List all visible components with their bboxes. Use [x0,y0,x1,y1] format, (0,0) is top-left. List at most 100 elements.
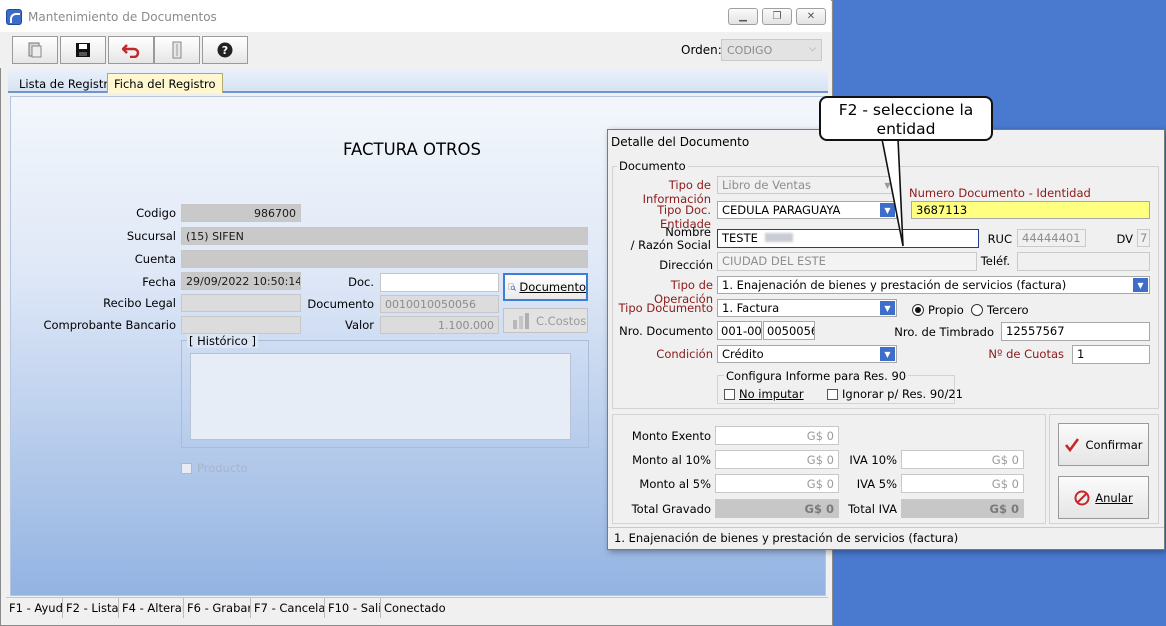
app-icon [6,9,22,25]
form-heading: FACTURA OTROS [343,140,481,159]
tipo-operacion-value: 1. Enajenación de bienes y prestación de… [722,278,1067,292]
anular-button[interactable]: Anular [1058,476,1149,519]
tipo-documento-value: 1. Factura [722,301,780,315]
telef-label: Teléf. [980,254,1010,268]
total-gravado-label: Total Gravado [631,502,711,516]
nro-documento-numero-field[interactable]: 0050056 [763,321,815,340]
numero-documento-field[interactable]: 3687113 [911,201,1150,219]
status-f2: F2 - Lista [63,598,119,618]
status-f7: F7 - Cancelar [251,598,325,618]
ccostos-button[interactable]: C.Costos [503,308,588,333]
documento-button-label: Documento [519,280,586,294]
total-iva-label: Total IVA [848,502,897,516]
no-imputar-label: No imputar [739,387,804,401]
tipo-operacion-select[interactable]: 1. Enajenación de bienes y prestación de… [717,276,1150,294]
documento-field[interactable]: 0010010050056 [380,295,499,313]
propio-label: Propio [928,303,964,317]
checkmark-icon [1065,437,1080,452]
recibo-legal-field[interactable] [181,294,301,312]
help-icon: ? [217,42,233,58]
total-iva-field: G$ 0 [901,499,1024,518]
maximize-button[interactable]: ❐ [762,8,792,25]
comprobante-bancario-field[interactable] [181,316,301,334]
new-document-icon [28,42,42,58]
cuenta-field[interactable] [181,250,588,268]
confirmar-button[interactable]: Confirmar [1058,423,1149,466]
nro-documento-label: Nro. Documento [619,324,713,338]
toolbar-undo-button[interactable] [108,36,154,64]
producto-checkbox-box [181,462,192,474]
ignorar-res90-checkbox[interactable]: Ignorar p/ Res. 90/21 [827,387,963,401]
iva-5-field[interactable]: G$ 0 [901,474,1024,493]
callout-bubble: F2 - seleccione la entidad [819,96,993,141]
ignorar-res90-checkbox-box [827,388,838,400]
monto-5-field[interactable]: G$ 0 [715,474,839,493]
tipo-informacion-label: Tipo de Información [642,178,711,206]
condicion-select[interactable]: Crédito ▼ [717,345,897,363]
nro-timbrado-field[interactable]: 12557567 [1001,322,1150,341]
monto-10-field[interactable]: G$ 0 [715,450,839,469]
close-icon: ✕ [806,11,816,22]
status-connection: Conectado [384,601,446,615]
tercero-label: Tercero [987,303,1029,317]
propio-radio[interactable]: Propio [912,303,964,317]
cuotas-field[interactable]: 1 [1072,345,1150,364]
condicion-label: Condición [656,347,713,361]
tipo-doc-entidade-select[interactable]: CEDULA PARAGUAYA ▼ [717,201,897,219]
producto-checkbox[interactable]: Producto [181,461,248,475]
historico-label: [ Histórico ] [187,334,258,348]
undo-icon [122,44,140,58]
ruc-label: RUC [987,232,1012,246]
fecha-label: Fecha [142,275,176,289]
tipo-documento-select[interactable]: 1. Factura ▼ [717,299,897,317]
fecha-field[interactable]: 29/09/2022 10:50:14 [181,272,301,290]
telef-field[interactable] [1017,252,1150,271]
doc-label: Doc. [348,275,374,289]
statusbar: F1 - Ayuda F2 - Lista F4 - Alterar F6 - … [6,597,828,618]
propio-radio-dot [912,304,924,316]
toolbar-save-button[interactable] [60,36,106,64]
codigo-label: Codigo [136,206,176,220]
sucursal-field[interactable]: (15) SIFEN [181,227,588,245]
minimize-button[interactable]: ▁ [728,8,758,25]
iva-10-field[interactable]: G$ 0 [901,450,1024,469]
monto-exento-field[interactable]: G$ 0 [715,426,839,445]
close-button[interactable]: ✕ [796,8,826,25]
minimize-icon: ▁ [739,11,747,22]
restore-icon: ❐ [772,11,782,22]
orden-select[interactable]: CODIGO ⌵ [721,39,822,61]
tab-ficha-del-registro[interactable]: Ficha del Registro [107,73,223,93]
cuenta-label: Cuenta [134,252,176,266]
historico-textarea[interactable] [190,353,571,440]
ruc-field[interactable]: 44444401 [1017,229,1086,247]
toolbar-delete-button[interactable] [154,36,200,64]
nombre-field[interactable]: TESTE [717,229,979,248]
valor-field[interactable]: 1.100.000 [380,316,499,334]
codigo-field[interactable]: 986700 [181,204,301,222]
orden-label: Orden: [681,43,722,57]
direccion-field[interactable]: CIUDAD DEL ESTE [717,252,977,271]
documento-button[interactable]: Documento [503,273,588,301]
status-f10: F10 - Salir [325,598,381,618]
iva-5-label: IVA 5% [856,477,897,491]
status-f1: F1 - Ayuda [6,598,63,618]
dv-field[interactable]: 7 [1137,229,1150,247]
monto-exento-label: Monto Exento [631,429,711,443]
tipo-informacion-select[interactable]: Libro de Ventas ▼ [717,176,897,194]
window-title: Mantenimiento de Documentos [28,10,217,24]
no-imputar-checkbox[interactable]: No imputar [724,387,804,401]
toolbar-help-button[interactable]: ? [202,36,248,64]
save-icon [76,43,90,57]
svg-text:?: ? [222,44,228,57]
cancel-icon [1074,490,1090,505]
tercero-radio[interactable]: Tercero [971,303,1029,317]
producto-label: Producto [197,461,248,475]
anular-label: Anular [1095,490,1133,505]
no-imputar-checkbox-box [724,388,735,400]
doc-field[interactable] [380,273,499,292]
toolbar-new-button[interactable] [12,36,58,64]
nro-documento-establecimiento-field[interactable]: 001-001 [717,321,762,340]
chevron-down-icon: ▼ [880,347,895,361]
search-document-icon [508,283,516,291]
chevron-down-icon: ▼ [1133,278,1148,292]
